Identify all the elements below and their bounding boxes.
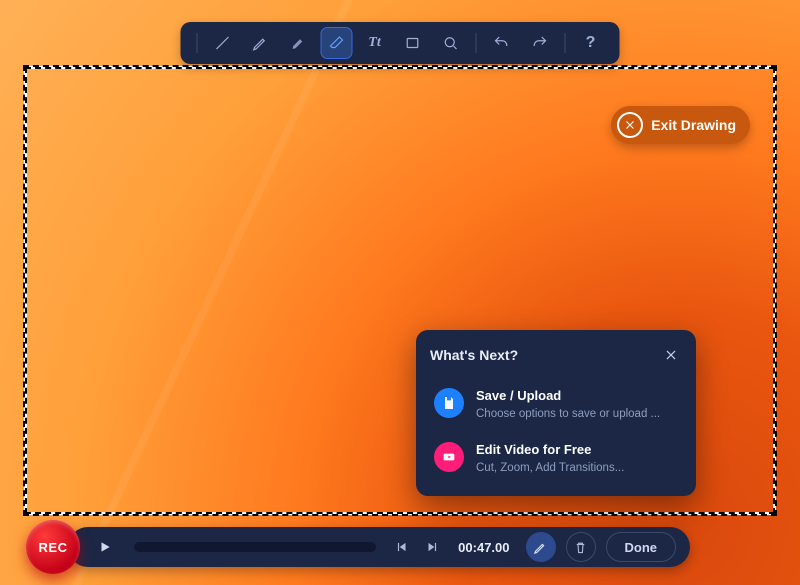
popover-item-save-upload[interactable]: Save / Upload Choose options to save or …	[430, 380, 682, 430]
line-tool[interactable]	[208, 28, 238, 58]
popover-item-subtitle: Cut, Zoom, Add Transitions...	[476, 461, 624, 476]
delete-button[interactable]	[566, 532, 596, 562]
draw-toggle-button[interactable]	[526, 532, 556, 562]
highlighter-tool[interactable]	[284, 28, 314, 58]
pen-tool[interactable]	[246, 28, 276, 58]
record-label: REC	[39, 540, 68, 555]
zoom-tool[interactable]	[436, 28, 466, 58]
edit-video-icon	[434, 442, 464, 472]
whats-next-popover: What's Next? Save / Upload Choose option…	[416, 330, 696, 496]
popover-item-title: Edit Video for Free	[476, 442, 624, 459]
record-button[interactable]: REC	[26, 520, 80, 574]
toolbar-separator	[565, 33, 566, 53]
rectangle-tool[interactable]	[398, 28, 428, 58]
undo-tool[interactable]	[487, 28, 517, 58]
toolbar-separator	[476, 33, 477, 53]
save-icon	[434, 388, 464, 418]
text-tool-label: Tt	[368, 36, 380, 50]
recording-canvas: Tt ? Exit Drawing What's Next?	[0, 0, 800, 585]
timeline-scrubber[interactable]	[134, 542, 376, 552]
popover-item-title: Save / Upload	[476, 388, 660, 405]
exit-drawing-button[interactable]: Exit Drawing	[611, 106, 750, 144]
help-tool[interactable]: ?	[576, 28, 606, 58]
popover-item-edit-video[interactable]: Edit Video for Free Cut, Zoom, Add Trans…	[430, 434, 682, 484]
help-tool-label: ?	[586, 35, 596, 51]
skip-forward-button[interactable]	[422, 537, 442, 557]
popover-item-subtitle: Choose options to save or upload ...	[476, 407, 660, 422]
skip-back-button[interactable]	[392, 537, 412, 557]
toolbar-separator	[197, 33, 198, 53]
drawing-toolbar: Tt ?	[181, 22, 620, 64]
redo-tool[interactable]	[525, 28, 555, 58]
close-icon	[617, 112, 643, 138]
exit-drawing-label: Exit Drawing	[651, 117, 736, 133]
done-label: Done	[625, 540, 658, 555]
control-pill: 00:47.00 Done	[68, 527, 690, 567]
time-display: 00:47.00	[458, 541, 509, 554]
popover-close-button[interactable]	[660, 344, 682, 366]
play-button[interactable]	[92, 534, 118, 560]
popover-title: What's Next?	[430, 347, 518, 363]
eraser-tool[interactable]	[322, 28, 352, 58]
text-tool[interactable]: Tt	[360, 28, 390, 58]
done-button[interactable]: Done	[606, 532, 677, 562]
playback-controls: REC 00:47.00 Done	[26, 525, 690, 569]
